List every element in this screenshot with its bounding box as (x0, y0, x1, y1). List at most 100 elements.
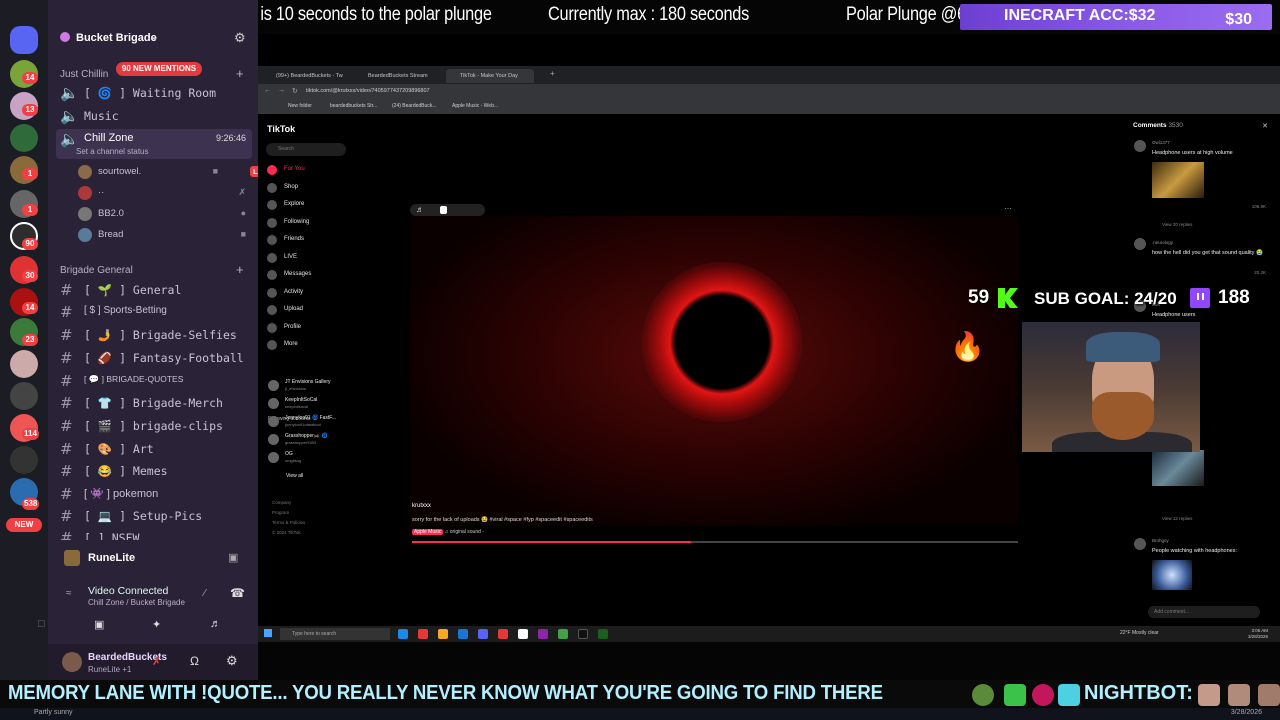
voice-user[interactable]: ·· ✗ (78, 184, 250, 202)
soundboard-icon[interactable]: ♬ (210, 618, 221, 630)
activity-runelite[interactable]: RuneLite ▣ (48, 546, 258, 570)
text-channel[interactable]: # [ 🎬 ] brigade-clips (56, 416, 252, 436)
taskbar-app-icon[interactable] (398, 629, 408, 639)
category-just-chillin[interactable]: Just Chillin (60, 69, 108, 80)
volume-slider[interactable]: ♬ (410, 204, 485, 216)
browser-tab[interactable]: (99+) BeardedBuckets - Tw (262, 69, 350, 83)
browser-tab-active[interactable]: TikTok - Make Your Day (446, 69, 534, 83)
bookmark[interactable]: (24) BeardedBuck... (392, 103, 436, 109)
comment-image[interactable] (1152, 560, 1192, 590)
text-channel[interactable]: # [ ] NSFW (56, 528, 252, 540)
server-icon[interactable] (10, 124, 38, 152)
voice-user[interactable]: Bread ■ (78, 226, 250, 244)
server-header[interactable]: Bucket Brigade ⌄ ⚙ (48, 24, 258, 52)
text-channel[interactable]: # [ 🏈 ] Fantasy-Football (56, 348, 252, 368)
comment-image[interactable] (1152, 162, 1204, 198)
server-icon[interactable] (10, 350, 38, 378)
taskbar-steam-icon[interactable] (598, 629, 608, 639)
activities-icon[interactable]: ✦ (152, 618, 161, 631)
following-account[interactable]: Grasshopper🦗 🌀 grasshopper9393 (268, 432, 388, 448)
avatar[interactable] (62, 652, 82, 672)
text-channel[interactable]: # [ 👕 ] Brigade-Merch (56, 393, 252, 413)
taskbar-clock[interactable]: 3:06 AM 3/28/2026 (1248, 628, 1268, 640)
taskbar-folder-icon[interactable] (438, 629, 448, 639)
voice-channel-music[interactable]: 🔈 Music (56, 106, 252, 126)
signal-icon[interactable]: ≈ (66, 588, 72, 599)
voice-channel-chill-zone[interactable]: 🔈 Chill Zone 9:26:46 Set a channel statu… (56, 129, 252, 159)
comment-user[interactable]: .neurology (1152, 240, 1173, 245)
invite-icon[interactable]: ⚙ (234, 30, 246, 46)
avatar[interactable] (1134, 538, 1146, 550)
channel-status[interactable]: Set a channel status (76, 147, 149, 156)
following-account[interactable]: KeepInItSoCal keepinitsocal (268, 396, 388, 412)
taskbar-tiktok-icon[interactable] (578, 629, 588, 639)
server-icon[interactable] (10, 382, 38, 410)
back-icon[interactable]: ← (264, 87, 271, 94)
screen-share-icon[interactable]: ▣ (94, 618, 104, 631)
add-comment-input[interactable]: Add comment... (1148, 606, 1260, 618)
view-replies[interactable]: View 12 replies (1162, 516, 1192, 521)
nav-following[interactable]: Following (267, 216, 397, 230)
taskbar-app-icon[interactable] (458, 629, 468, 639)
voice-user[interactable]: BB2.0 ● (78, 205, 250, 223)
volume-thumb[interactable] (440, 206, 447, 214)
text-channel[interactable]: # [ $ ] Sports-Betting (56, 302, 252, 322)
discord-home-icon[interactable] (10, 26, 38, 54)
voice-connected-title[interactable]: Video Connected (88, 585, 168, 597)
text-channel[interactable]: # [ 💻 ] Setup-Pics (56, 506, 252, 526)
taskbar-app-icon[interactable] (418, 629, 428, 639)
comment-user[interactable]: Owl1377 (1152, 140, 1170, 145)
text-channel[interactable]: # [ 🌱 ] General (56, 280, 252, 300)
reload-icon[interactable]: ↻ (292, 87, 298, 95)
add-channel-icon[interactable]: + (236, 66, 244, 81)
comment-image[interactable] (1152, 450, 1204, 486)
gear-icon[interactable]: ⚙ (226, 653, 238, 669)
category-brigade-general[interactable]: Brigade General (60, 265, 133, 276)
comment-user[interactable]: Brohgoy (1152, 538, 1169, 543)
text-channel[interactable]: # [ 😂 ] Memes (56, 461, 252, 481)
noise-suppression-icon[interactable]: ⁄ (204, 588, 206, 599)
following-account[interactable]: Jonnyloo91 🌀 FastF... jonnyloo91ofastfood (268, 414, 388, 430)
avatar[interactable] (1134, 140, 1146, 152)
text-channel[interactable]: # [ 👾 ] pokemon (56, 484, 252, 504)
view-replies[interactable]: View 20 replies (1162, 222, 1192, 227)
windows-start-icon[interactable] (264, 629, 272, 637)
following-account[interactable]: OG omgitsog (268, 450, 388, 466)
nav-upload[interactable]: Upload (267, 303, 397, 317)
taskbar-discord-icon[interactable] (478, 629, 488, 639)
browser-tab[interactable]: BeardedBuckets Stream (354, 69, 442, 83)
taskbar-chrome-icon[interactable] (558, 629, 568, 639)
video-author[interactable]: krutxxx (412, 503, 431, 509)
add-channel-icon[interactable]: + (236, 262, 244, 277)
nav-for-you[interactable]: For You (267, 163, 397, 177)
avatar[interactable] (1134, 238, 1146, 250)
close-icon[interactable]: ✕ (1262, 122, 1268, 130)
nav-activity[interactable]: Activity (267, 286, 397, 300)
comment-likes[interactable]: 106.9K (1252, 204, 1266, 209)
nav-explore[interactable]: Explore (267, 198, 397, 212)
taskbar-weather[interactable]: 22°F Mostly clear (1120, 630, 1159, 636)
url-field[interactable]: tiktok.com/@krutxxx/video/74059774372098… (306, 88, 430, 94)
screen-share-icon[interactable]: ▣ (228, 551, 238, 564)
taskbar-youtube-icon[interactable] (498, 629, 508, 639)
bookmark[interactable]: New folder (288, 103, 312, 109)
taskbar-app-icon[interactable] (518, 629, 528, 639)
camera-off-icon[interactable]: □ (38, 618, 45, 630)
disconnect-icon[interactable]: ☎ (230, 586, 245, 600)
taskbar-search[interactable]: Type here to search (280, 628, 390, 640)
voice-connected-channel[interactable]: Chill Zone / Bucket Brigade (88, 598, 185, 607)
headphones-icon[interactable]: Ω (190, 654, 199, 668)
text-channel[interactable]: # [ 🤳 ] Brigade-Selfies (56, 325, 252, 345)
view-all-link[interactable]: View all (286, 473, 303, 479)
volume-icon[interactable]: ♬ (416, 205, 424, 214)
video-progress[interactable] (412, 541, 1018, 543)
nav-shop[interactable]: Shop (267, 181, 397, 195)
forward-icon[interactable]: → (278, 87, 285, 94)
new-tab-button[interactable]: + (550, 69, 555, 78)
bookmark[interactable]: beardedbuckets Str... (330, 103, 377, 109)
tiktok-search-input[interactable]: Search (266, 143, 346, 156)
voice-user[interactable]: sourtowel. LIVE ■ (78, 163, 273, 181)
text-channel[interactable]: # [ 💬 ] BRIGADE-QUOTES (56, 371, 252, 391)
footer-link[interactable]: Program (272, 510, 289, 515)
following-account[interactable]: JT Envisions Gallery jt_envisions (268, 378, 388, 394)
